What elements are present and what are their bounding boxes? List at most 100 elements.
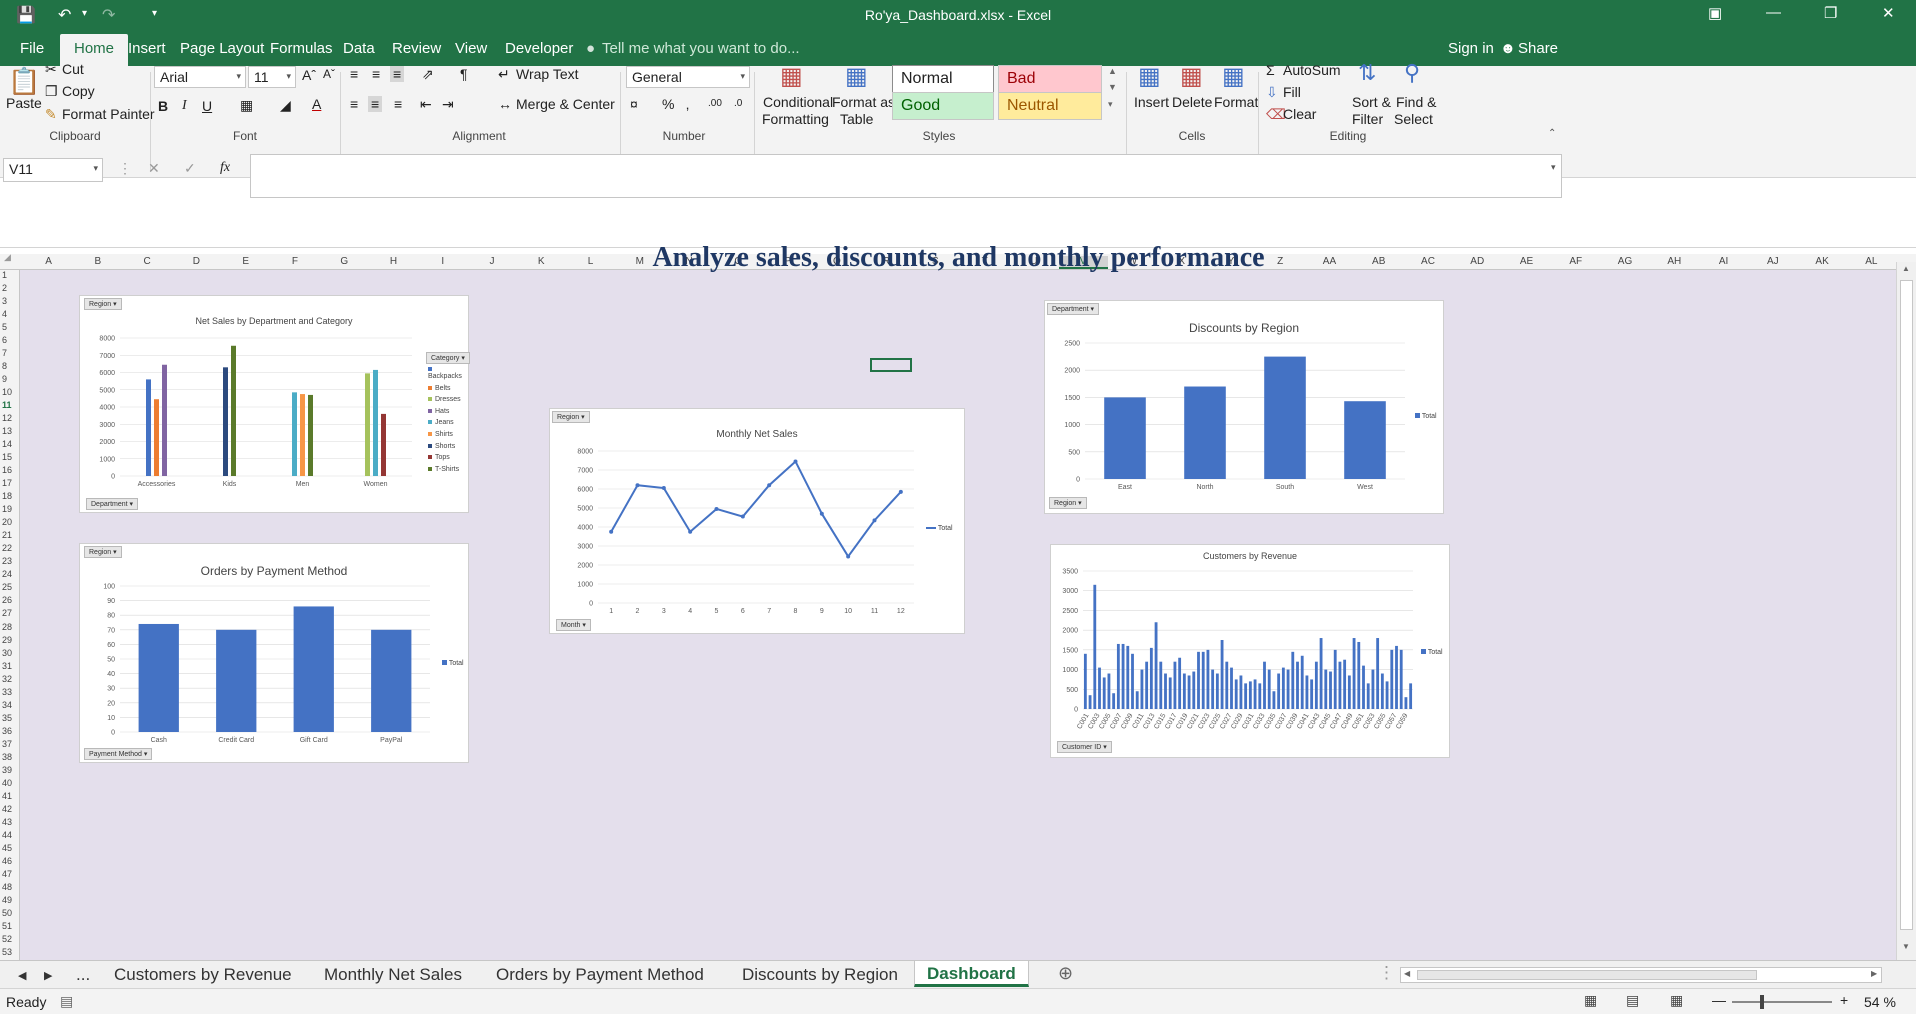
row-header-30[interactable]: 30 <box>2 648 12 658</box>
wrap-text-button[interactable]: Wrap Text <box>516 66 579 82</box>
scroll-left-icon[interactable]: ◀ <box>1404 969 1410 978</box>
cut-button[interactable]: Cut <box>62 61 84 77</box>
sheet-tab-customers-by-revenue[interactable]: Customers by Revenue <box>114 965 292 985</box>
sheet-tab-orders-by-payment-method[interactable]: Orders by Payment Method <box>496 965 704 985</box>
decrease-decimal-icon[interactable]: .0 <box>734 98 742 109</box>
row-header-25[interactable]: 25 <box>2 582 12 592</box>
format-painter-icon[interactable]: ✎ <box>45 106 57 123</box>
row-header-39[interactable]: 39 <box>2 765 12 775</box>
chart-monthly-net-sales[interactable]: Region ▾ Monthly Net Sales 0 1000 2000 3000… <box>549 408 965 634</box>
scroll-right-icon[interactable]: ▶ <box>1871 969 1877 978</box>
row-header-44[interactable]: 44 <box>2 830 12 840</box>
normal-view-icon[interactable]: ▦ <box>1584 992 1597 1009</box>
tab-developer[interactable]: Developer <box>505 40 573 57</box>
comma-icon[interactable]: ‚ <box>686 96 689 112</box>
row-header-5[interactable]: 5 <box>2 322 7 332</box>
zoom-slider[interactable] <box>1732 1001 1832 1003</box>
row-header-1[interactable]: 1 <box>2 270 7 280</box>
scroll-thumb[interactable] <box>1900 280 1913 930</box>
conditional-formatting-icon[interactable]: ▦ <box>780 62 803 91</box>
align-left-icon[interactable]: ≡ <box>350 96 358 112</box>
conditional-formatting-line1[interactable]: Conditional <box>763 94 833 110</box>
scroll-tabs-right-icon[interactable]: ▶ <box>44 969 52 982</box>
worksheet-grid[interactable]: Analyze sales, discounts, and monthly pe… <box>20 242 1897 960</box>
sort-filter-line1[interactable]: Sort & <box>1352 94 1391 110</box>
styles-more-icon[interactable]: ▾ <box>1108 99 1113 110</box>
align-center-icon[interactable]: ≡ <box>368 96 383 112</box>
tab-formulas[interactable]: Formulas <box>270 40 333 57</box>
row-header-46[interactable]: 46 <box>2 856 12 866</box>
styles-scroll-down-icon[interactable]: ▼ <box>1108 82 1117 92</box>
format-as-table-line2[interactable]: Table <box>840 111 873 127</box>
chart-discounts-region[interactable]: Department ▾ Discounts by Region 0 500 100… <box>1044 300 1444 514</box>
style-normal[interactable]: Normal <box>892 65 994 93</box>
insert-cells-icon[interactable]: ▦ <box>1138 62 1161 91</box>
borders-icon[interactable]: ▦ <box>240 97 253 114</box>
tab-page-layout[interactable]: Page Layout <box>180 40 264 57</box>
payment-method-filter-button[interactable]: Payment Method ▾ <box>84 748 153 760</box>
row-header-48[interactable]: 48 <box>2 882 12 892</box>
row-header-15[interactable]: 15 <box>2 452 12 462</box>
row-header-2[interactable]: 2 <box>2 283 7 293</box>
sign-in-link[interactable]: Sign in <box>1448 40 1494 57</box>
page-break-view-icon[interactable]: ▦ <box>1670 992 1683 1009</box>
style-neutral[interactable]: Neutral <box>998 92 1102 120</box>
row-header-36[interactable]: 36 <box>2 726 12 736</box>
bold-icon[interactable]: B <box>158 98 168 114</box>
underline-icon[interactable]: U <box>202 98 212 114</box>
row-header-13[interactable]: 13 <box>2 426 12 436</box>
row-header-43[interactable]: 43 <box>2 817 12 827</box>
style-good[interactable]: Good <box>892 92 994 120</box>
row-header-3[interactable]: 3 <box>2 296 7 306</box>
chart-customers-revenue[interactable]: Customers by Revenue 0 500 1000 1500 2000 250… <box>1050 544 1450 758</box>
row-header-52[interactable]: 52 <box>2 934 12 944</box>
row-header-47[interactable]: 47 <box>2 869 12 879</box>
row-header-35[interactable]: 35 <box>2 713 12 723</box>
row-header-16[interactable]: 16 <box>2 465 12 475</box>
close-icon[interactable]: ✕ <box>1882 4 1895 22</box>
row-header-18[interactable]: 18 <box>2 491 12 501</box>
increase-font-icon[interactable]: Aˆ <box>302 67 316 83</box>
autosum-icon[interactable]: Σ <box>1266 62 1275 78</box>
increase-indent-icon[interactable]: ⇥ <box>442 96 454 113</box>
row-header-17[interactable]: 17 <box>2 478 12 488</box>
row-header-21[interactable]: 21 <box>2 530 12 540</box>
more-tabs-icon[interactable]: ... <box>76 965 90 985</box>
formula-input[interactable] <box>250 154 1562 198</box>
row-header-27[interactable]: 27 <box>2 608 12 618</box>
region-filter-button[interactable]: Region ▾ <box>84 546 122 558</box>
fill-color-icon[interactable]: ◢ <box>280 97 291 114</box>
page-layout-view-icon[interactable]: ▤ <box>1626 992 1639 1009</box>
row-header-41[interactable]: 41 <box>2 791 12 801</box>
fill-icon[interactable]: ⇩ <box>1266 84 1278 101</box>
row-header-37[interactable]: 37 <box>2 739 12 749</box>
confirm-entry-icon[interactable]: ✓ <box>184 160 196 177</box>
number-format-box[interactable]: General ▾ <box>626 66 750 88</box>
horizontal-scrollbar[interactable]: ◀ ▶ <box>1400 967 1882 983</box>
row-header-14[interactable]: 14 <box>2 439 12 449</box>
row-header-9[interactable]: 9 <box>2 374 7 384</box>
align-right-icon[interactable]: ≡ <box>394 96 402 112</box>
format-as-table-icon[interactable]: ▦ <box>845 62 868 91</box>
conditional-formatting-line2[interactable]: Formatting <box>762 111 829 127</box>
copy-icon[interactable]: ❐ <box>45 83 58 100</box>
style-bad[interactable]: Bad <box>998 65 1102 93</box>
expand-formula-bar-icon[interactable]: ▾ <box>1551 162 1556 173</box>
tab-split-handle[interactable]: ⋮ <box>1378 963 1395 983</box>
row-header-29[interactable]: 29 <box>2 635 12 645</box>
scroll-down-icon[interactable]: ▼ <box>1902 942 1910 951</box>
row-header-7[interactable]: 7 <box>2 348 7 358</box>
row-header-8[interactable]: 8 <box>2 361 7 371</box>
chart-orders-payment-method[interactable]: Region ▾ Orders by Payment Method 0 10 20 3… <box>79 543 469 763</box>
tab-review[interactable]: Review <box>392 40 441 57</box>
text-direction-icon[interactable]: ¶ <box>460 66 468 82</box>
row-header-23[interactable]: 23 <box>2 556 12 566</box>
row-header-20[interactable]: 20 <box>2 517 12 527</box>
paste-icon[interactable]: 📋 <box>8 66 40 97</box>
minimize-icon[interactable]: — <box>1766 4 1781 21</box>
merge-center-button[interactable]: Merge & Center <box>516 96 615 112</box>
format-cells-icon[interactable]: ▦ <box>1222 62 1245 91</box>
row-header-51[interactable]: 51 <box>2 921 12 931</box>
align-top-icon[interactable]: ≡ <box>350 66 358 82</box>
zoom-slider-thumb[interactable] <box>1760 995 1764 1009</box>
